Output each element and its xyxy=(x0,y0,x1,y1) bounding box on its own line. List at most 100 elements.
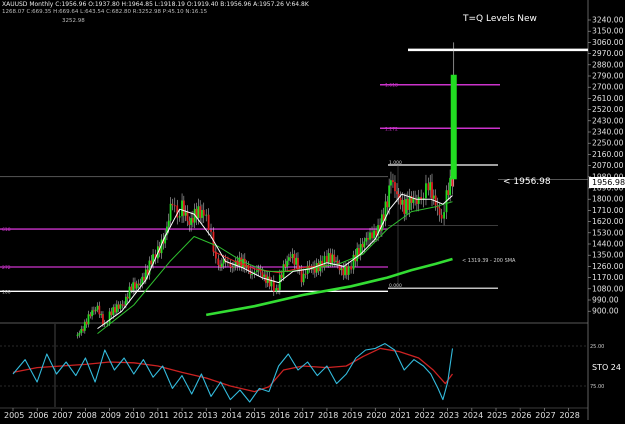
x-tick-label: 2008 xyxy=(76,411,96,420)
candle-body xyxy=(91,310,93,317)
price-chart[interactable]: 1.618 1.272 1.000 0.000 618 272 100 < 1319.39 -… xyxy=(0,0,625,420)
y-tick-label: 2070.00 xyxy=(592,161,624,170)
candle-body xyxy=(386,201,389,208)
candle-body xyxy=(291,253,294,258)
candle-body xyxy=(128,286,131,299)
candle-body xyxy=(371,232,373,239)
candle-body xyxy=(289,257,292,259)
x-tick-label: 2013 xyxy=(197,411,217,420)
candle-body xyxy=(106,323,109,325)
x-tick-label: 2009 xyxy=(101,411,121,420)
candle-body xyxy=(94,309,97,312)
candle-body xyxy=(219,264,221,267)
candle-body xyxy=(373,230,375,239)
x-tick-label: 2012 xyxy=(173,411,193,420)
candle-body xyxy=(304,273,307,275)
x-tick-label: 2025 xyxy=(487,411,507,420)
candle-body xyxy=(277,288,279,290)
candle-body xyxy=(302,273,305,283)
candle-body xyxy=(408,195,411,210)
candle-body xyxy=(443,212,445,219)
candle-body xyxy=(119,304,122,309)
candle-body xyxy=(141,276,144,284)
candle-body xyxy=(326,255,328,263)
candle-body xyxy=(123,304,125,306)
fib-label-272: 272 xyxy=(2,265,11,271)
candle-body xyxy=(425,183,427,199)
x-tick-label: 2015 xyxy=(246,411,266,420)
y-tick-label: 1260.00 xyxy=(592,262,624,271)
candle-body xyxy=(286,260,289,267)
candle-body xyxy=(82,328,84,331)
candle-body xyxy=(117,304,120,309)
candle-body xyxy=(268,276,271,287)
candle-body xyxy=(293,253,296,265)
x-tick-label: 2020 xyxy=(366,411,386,420)
y-tick-label: 1170.00 xyxy=(592,273,624,282)
candle-body xyxy=(108,311,111,324)
candle-body xyxy=(331,254,334,264)
y-tick-label: 1440.00 xyxy=(592,240,624,249)
candle-body xyxy=(406,199,409,210)
candle-body xyxy=(210,229,212,232)
candle-body xyxy=(399,197,402,205)
candle-body xyxy=(392,180,394,183)
x-tick-label: 2021 xyxy=(390,411,410,420)
candle-body xyxy=(344,266,346,276)
candle-body xyxy=(403,200,406,214)
y-tick-label: 2880.00 xyxy=(592,60,624,69)
candle-body xyxy=(270,280,273,287)
candle-body xyxy=(288,257,290,261)
candle-body xyxy=(412,198,415,203)
fib-label-1000: 1.000 xyxy=(389,160,402,166)
y-tick-label: 3240.00 xyxy=(592,16,624,25)
candle-body xyxy=(333,254,336,262)
candle-body xyxy=(447,190,450,196)
stochastic-label: STO 24 xyxy=(592,363,621,372)
candle-body xyxy=(429,182,432,191)
candle-body xyxy=(358,248,360,256)
candle-body xyxy=(388,185,391,208)
candle-body xyxy=(89,314,92,317)
y-tick-label: 2790.00 xyxy=(592,72,624,81)
candle-body xyxy=(139,283,142,286)
candle-body xyxy=(240,257,243,268)
x-tick-label: 2028 xyxy=(559,411,579,420)
candle-body xyxy=(78,332,81,335)
x-tick-label: 2027 xyxy=(535,411,555,420)
candle-body xyxy=(134,282,136,289)
sma200-label: < 1319.39 - 200 SMA xyxy=(462,258,516,264)
candle-body xyxy=(275,288,278,292)
fib-label-100: 100 xyxy=(2,289,11,295)
candle-body xyxy=(297,257,299,270)
candle-body xyxy=(427,183,430,191)
candle-body xyxy=(300,269,303,283)
x-tick-label: 2024 xyxy=(463,411,483,420)
candle-body xyxy=(367,238,369,240)
candle-body xyxy=(363,241,366,248)
candle-body xyxy=(87,314,90,325)
candle-body xyxy=(171,203,174,206)
candle-body xyxy=(335,260,337,262)
chart-window[interactable]: 1.618 1.272 1.000 0.000 618 272 100 < 1319.39 -… xyxy=(0,0,625,420)
candle-body xyxy=(207,214,210,230)
x-tick-label: 2022 xyxy=(415,411,435,420)
candle-body xyxy=(431,182,433,199)
candle-body xyxy=(173,205,176,207)
y-tick-label: 2610.00 xyxy=(592,94,624,103)
y-tick-label: 2970.00 xyxy=(592,49,624,58)
candle-body xyxy=(169,203,172,221)
candle-body xyxy=(417,196,420,204)
candle-body xyxy=(220,263,223,267)
x-tick-label: 2018 xyxy=(318,411,338,420)
osc-label-25: 25.00 xyxy=(590,344,604,350)
candle-body xyxy=(182,200,185,216)
indicator-info-line: 1268.07 C:669.35 H:669.64 L:643.54 C:682… xyxy=(2,9,208,15)
candle-body xyxy=(233,266,235,268)
y-tick-label: 990.00 xyxy=(592,296,619,305)
candle-body xyxy=(390,180,392,186)
candle-body xyxy=(80,328,83,333)
candle-body xyxy=(350,266,352,270)
y-tick-label: 1710.00 xyxy=(592,206,624,215)
x-tick-label: 2011 xyxy=(149,411,169,420)
